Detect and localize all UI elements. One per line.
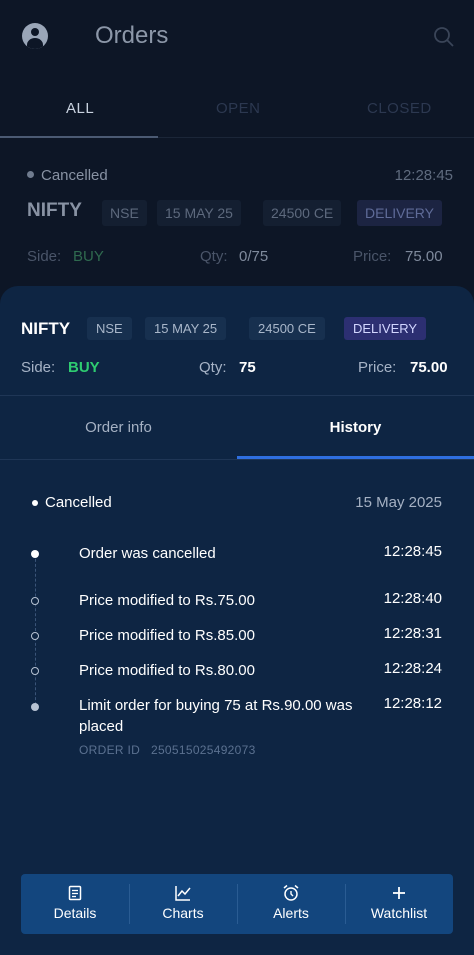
tab-order-info[interactable]: Order info	[0, 396, 237, 460]
price-value: 75.00	[405, 248, 443, 265]
history-event-text: Limit order for buying 75 at Rs.90.00 wa…	[79, 697, 353, 735]
product-chip: DELIVERY	[357, 200, 442, 226]
charts-label: Charts	[162, 905, 204, 921]
active-tab-indicator	[0, 136, 158, 138]
status-dot-icon	[32, 500, 38, 506]
alerts-label: Alerts	[273, 905, 309, 921]
history-event-time: 12:28:24	[383, 660, 442, 677]
history-event-time: 12:28:45	[383, 543, 442, 560]
sheet-symbol: NIFTY	[21, 319, 71, 338]
sheet-exchange-chip: NSE	[87, 317, 132, 340]
plus-icon	[393, 887, 405, 899]
divider	[0, 459, 474, 460]
chart-icon	[175, 886, 191, 901]
profile-avatar-icon[interactable]	[22, 23, 48, 49]
sheet-side-value: BUY	[68, 359, 100, 376]
sheet-price-label: Price:	[358, 359, 397, 376]
details-label: Details	[53, 905, 97, 921]
document-icon	[68, 885, 82, 901]
order-list-item[interactable]: Cancelled 12:28:45 NIFTY NSE 15 MAY 25 2…	[0, 160, 474, 280]
timeline-dot-icon	[31, 632, 39, 640]
timeline-dot-icon	[31, 550, 39, 558]
sheet-product-chip: DELIVERY	[344, 317, 427, 340]
exchange-chip: NSE	[102, 200, 147, 226]
tab-history[interactable]: History	[237, 396, 474, 460]
history-event-time: 12:28:31	[383, 625, 442, 642]
sheet-price-value: 75.00	[410, 359, 448, 376]
history-event-text: Price modified to Rs.75.00	[79, 592, 255, 609]
tab-closed[interactable]: CLOSED	[367, 100, 432, 117]
strike-chip: 24500 CE	[263, 200, 342, 226]
history-status: Cancelled	[45, 494, 112, 511]
page-title: Orders	[95, 22, 169, 49]
watchlist-label: Watchlist	[370, 905, 428, 921]
status-dot-icon	[27, 171, 34, 178]
alarm-clock-icon	[283, 884, 299, 901]
qty-label: Qty:	[200, 248, 228, 265]
details-button[interactable]: Details	[21, 874, 129, 934]
timeline-dot-icon	[31, 703, 39, 711]
side-value: BUY	[73, 248, 104, 265]
timeline-dot-icon	[31, 667, 39, 675]
expiry-chip: 15 MAY 25	[157, 200, 241, 226]
history-event-time: 12:28:40	[383, 590, 442, 607]
side-label: Side:	[27, 248, 62, 265]
charts-button[interactable]: Charts	[129, 874, 237, 934]
qty-value: 0/75	[239, 248, 269, 265]
price-label: Price:	[353, 248, 392, 265]
history-event-text: Price modified to Rs.85.00	[79, 627, 255, 644]
tab-all[interactable]: ALL	[66, 100, 94, 117]
sheet-strike-chip: 24500 CE	[249, 317, 325, 340]
history-event-text: Price modified to Rs.80.00	[79, 662, 255, 679]
history-event-text: Order was cancelled	[79, 545, 216, 562]
timeline-dot-icon	[31, 597, 39, 605]
tab-open[interactable]: OPEN	[216, 100, 261, 117]
sheet-expiry-chip: 15 MAY 25	[145, 317, 227, 340]
action-bar: Details Charts Alerts Watchlist	[21, 874, 453, 934]
order-id: ORDER ID 250515025492073	[79, 743, 256, 757]
app-header: Orders	[0, 0, 474, 74]
watchlist-button[interactable]: Watchlist	[345, 874, 453, 934]
history-event-time: 12:28:12	[383, 695, 442, 712]
order-detail-sheet: NIFTY NSE 15 MAY 25 24500 CE DELIVERY Si…	[0, 286, 474, 955]
alerts-button[interactable]: Alerts	[237, 874, 345, 934]
history-date: 15 May 2025	[355, 494, 442, 511]
search-icon[interactable]	[433, 26, 455, 48]
sheet-qty-label: Qty:	[199, 359, 227, 376]
order-time: 12:28:45	[394, 167, 453, 184]
order-status: Cancelled	[41, 167, 108, 184]
detail-tabs: Order info History	[0, 396, 474, 460]
order-symbol: NIFTY	[27, 200, 82, 221]
sheet-qty-value: 75	[239, 359, 256, 376]
order-tabs: ALL OPEN CLOSED	[0, 78, 474, 138]
sheet-side-label: Side:	[21, 359, 56, 376]
